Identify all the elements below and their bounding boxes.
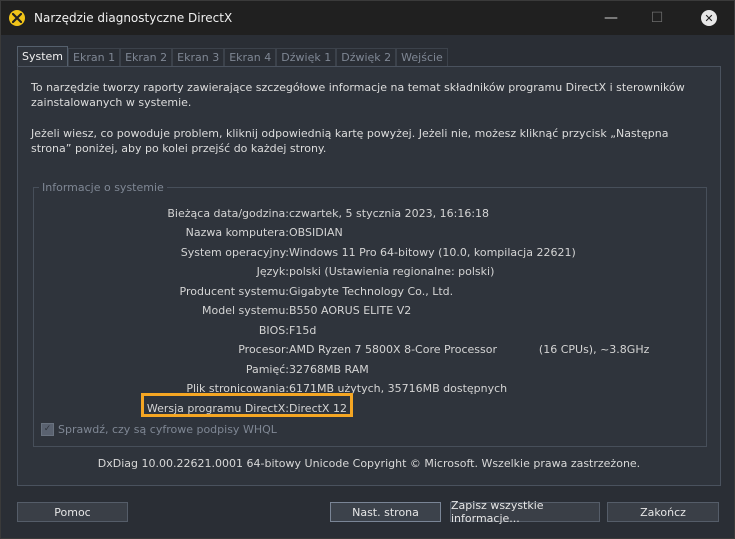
minimize-button[interactable]: — [588,1,634,35]
system-tab-panel: To narzędzie tworzy raporty zawierające … [17,66,721,486]
info-label: Producent systemu: [179,285,289,298]
info-row-pagefile: Plik stronicowania: 6171MB użytych, 3571… [34,382,706,400]
help-button[interactable]: Pomoc [17,502,128,522]
copyright-text: DxDiag 10.00.22621.0001 64-bitowy Unicod… [97,457,641,470]
info-label: Nazwa komputera: [185,226,289,239]
next-page-button[interactable]: Nast. strona [330,502,441,522]
minimize-icon: — [604,10,618,26]
tab-display-1[interactable]: Ekran 1 [68,48,121,66]
dxdiag-window: Narzędzie diagnostyczne DirectX — ☐ ✕ Sy… [0,0,735,539]
title-bar[interactable]: Narzędzie diagnostyczne DirectX — ☐ ✕ [1,1,734,35]
info-value: F15d [289,324,317,337]
exit-button[interactable]: Zakończ [607,502,719,522]
info-value: 32768MB RAM [289,363,369,376]
info-row-processor: Procesor: AMD Ryzen 7 5800X 8-Core Proce… [34,343,706,361]
system-info-title: Informacje o systemie [39,181,167,194]
info-label: Język: [256,265,289,278]
tab-input[interactable]: Wejście [396,48,448,66]
save-all-info-button[interactable]: Zapisz wszystkie informacje... [450,499,600,525]
info-row-computer-name: Nazwa komputera: OBSIDIAN [34,226,706,244]
info-value: AMD Ryzen 7 5800X 8-Core Processor (16 C… [289,343,650,356]
info-label: Procesor: [238,343,289,356]
close-icon: ✕ [701,10,717,26]
intro-text: To narzędzie tworzy raporty zawierające … [31,80,711,172]
maximize-icon: ☐ [650,10,664,26]
info-value: polski (Ustawienia regionalne: polski) [289,265,495,278]
info-value: OBSIDIAN [289,226,343,239]
info-row-language: Język: polski (Ustawienia regionalne: po… [34,265,706,283]
info-value: Windows 11 Pro 64-bitowy (10.0, kompilac… [289,246,576,259]
close-button[interactable]: ✕ [686,1,732,35]
whql-checkbox-label: Sprawdź, czy są cyfrowe podpisy WHQL [58,423,277,436]
whql-checkbox: ✓ [41,423,54,436]
info-row-bios: BIOS: F15d [34,324,706,342]
tab-display-4[interactable]: Ekran 4 [224,48,277,66]
info-row-model: Model systemu: B550 AORUS ELITE V2 [34,304,706,322]
tab-strip: System Ekran 1 Ekran 2 Ekran 3 Ekran 4 D… [17,46,448,66]
maximize-button: ☐ [634,1,680,35]
info-row-datetime: Bieżąca data/godzina: czwartek, 5 styczn… [34,207,706,225]
info-label: Pamięć: [245,363,289,376]
info-row-memory: Pamięć: 32768MB RAM [34,363,706,381]
intro-paragraph-1: To narzędzie tworzy raporty zawierające … [31,81,685,109]
tab-system[interactable]: System [17,46,69,66]
info-label: Bieżąca data/godzina: [167,207,289,220]
info-row-directx-version: Wersja programu DirectX: DirectX 12 [34,402,706,420]
info-label: System operacyjny: [180,246,289,259]
tab-sound-1[interactable]: Dźwięk 1 [276,48,337,66]
window-title: Narzędzie diagnostyczne DirectX [34,11,233,25]
info-row-manufacturer: Producent systemu: Gigabyte Technology C… [34,285,706,303]
system-info-group: Informacje o systemie Bieżąca data/godzi… [33,181,707,447]
whql-checkbox-row: ✓ Sprawdź, czy są cyfrowe podpisy WHQL [41,423,277,436]
intro-paragraph-2: Jeżeli wiesz, co powoduje problem, klikn… [31,127,669,155]
tab-display-2[interactable]: Ekran 2 [120,48,173,66]
info-label: Model systemu: [202,304,289,317]
info-value: Gigabyte Technology Co., Ltd. [289,285,454,298]
tab-sound-2[interactable]: Dźwięk 2 [336,48,397,66]
info-value: czwartek, 5 stycznia 2023, 16:16:18 [289,207,490,220]
info-label: BIOS: [258,324,289,337]
tab-display-3[interactable]: Ekran 3 [172,48,225,66]
info-value: B550 AORUS ELITE V2 [289,304,412,317]
directx-app-icon [9,10,25,26]
directx-version-highlight [141,393,353,417]
info-row-os: System operacyjny: Windows 11 Pro 64-bit… [34,246,706,264]
